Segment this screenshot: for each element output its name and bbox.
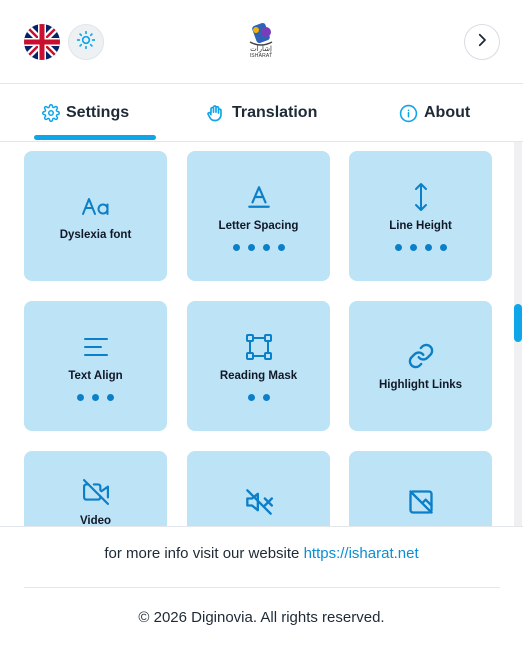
tile-mute-sounds[interactable] [187,451,330,526]
tile-dyslexia-font[interactable]: Dyslexia font [24,151,167,281]
font-aa-icon [81,191,111,221]
level-dots [77,393,114,401]
theme-toggle-button[interactable] [68,24,104,60]
level-dot [232,243,240,251]
info-line: for more info visit our website https://… [0,545,523,562]
image-off-icon [407,487,435,517]
tile-letter-spacing[interactable]: Letter Spacing [187,151,330,281]
next-button[interactable] [464,24,500,60]
tile-video[interactable]: Video [24,451,167,526]
tile-label: Dyslexia font [59,229,132,241]
level-dot [424,243,432,251]
tab-about-label: About [424,104,471,121]
tile-reading-mask[interactable]: Reading Mask [187,301,330,431]
level-dot [92,393,99,401]
video-off-icon [82,477,110,507]
level-dot [247,393,255,401]
footer-divider [24,587,500,588]
hand-icon [206,103,226,123]
settings-grid: Dyslexia font Letter Spacing Line Height [0,142,523,526]
level-dot [77,393,84,401]
tile-label: Letter Spacing [218,219,299,232]
uk-flag-icon[interactable] [24,24,60,60]
header: إشارات ISHARAT [0,0,523,84]
tile-label: Reading Mask [219,369,298,382]
active-tab-indicator [34,135,156,140]
footer: for more info visit our website https://… [0,526,523,647]
level-dot [439,243,447,251]
line-height-icon [409,182,433,212]
tile-label: Line Height [389,219,452,232]
tab-about[interactable]: About [399,84,470,142]
tab-settings-label: Settings [66,104,130,121]
level-dot [262,393,270,401]
level-dot [247,243,255,251]
tile-label: Video [79,515,112,526]
isharat-logo: إشارات ISHARAT [238,20,284,64]
tab-translation-label: Translation [232,104,318,121]
tile-text-align[interactable]: Text Align [24,301,167,431]
info-text: for more info visit our website [104,545,304,562]
gear-icon [42,104,60,122]
tab-settings[interactable]: Settings [42,84,129,142]
level-dot [277,243,285,251]
info-icon [399,104,418,123]
website-link[interactable]: https://isharat.net [304,545,419,562]
level-dot [409,243,417,251]
tile-label: Highlight Links [378,379,463,391]
tab-bar: Settings Translation About [0,84,523,142]
level-dot [107,393,114,401]
level-dots [232,243,285,251]
tile-highlight-links[interactable]: Highlight Links [349,301,492,431]
tile-label: Text Align [68,369,123,382]
letter-spacing-icon [246,182,272,212]
level-dot [262,243,270,251]
sun-icon [76,30,96,55]
copyright-text: © 2026 Diginovia. All rights reserved. [138,609,385,626]
logo-text: ISHARAT [249,53,273,59]
reading-mask-icon [245,332,273,362]
link-icon [407,341,435,371]
level-dots [394,243,447,251]
level-dots [247,393,270,401]
chevron-right-icon [473,31,491,54]
svg-text:إشارات: إشارات [250,45,272,53]
tile-hide-images[interactable] [349,451,492,526]
tile-line-height[interactable]: Line Height [349,151,492,281]
scrollbar-thumb[interactable] [514,304,522,342]
sound-off-icon [245,487,273,517]
tab-translation[interactable]: Translation [206,84,317,142]
text-align-icon [83,332,109,362]
level-dot [394,243,402,251]
